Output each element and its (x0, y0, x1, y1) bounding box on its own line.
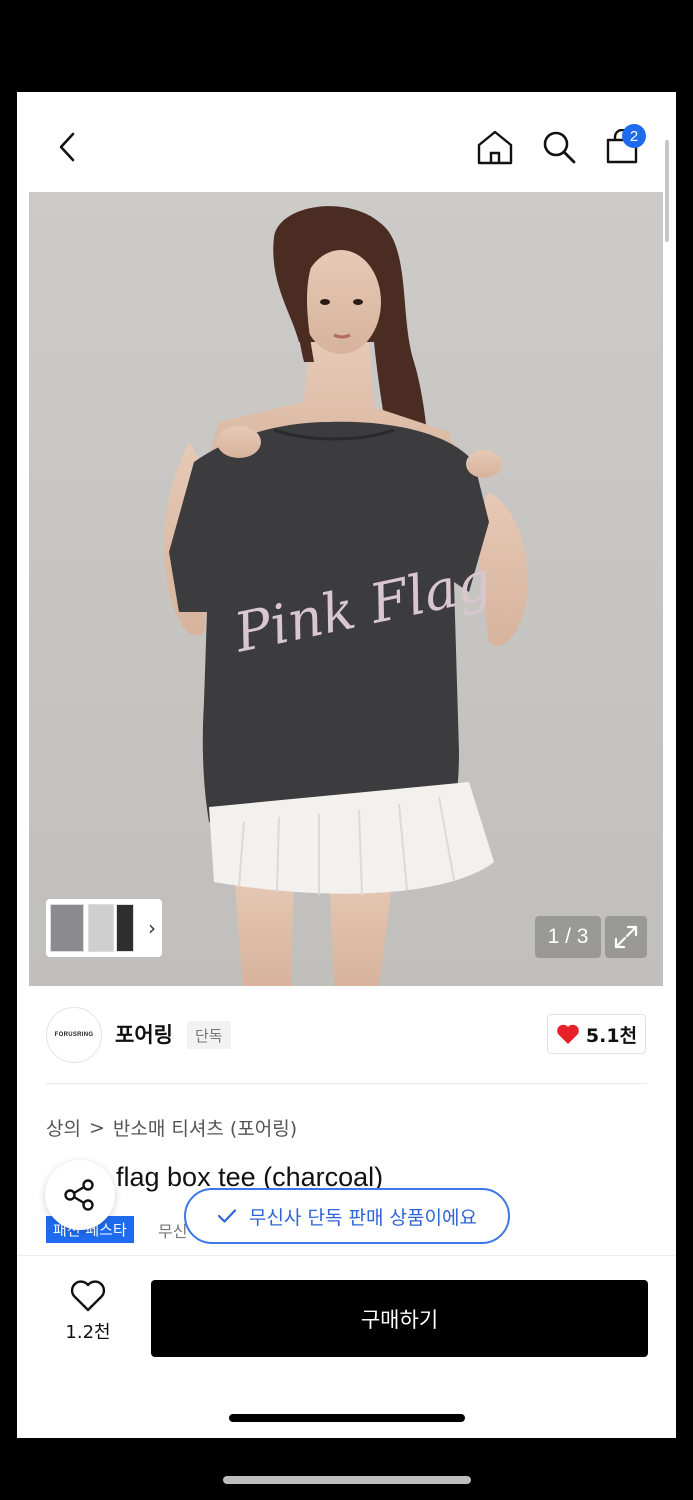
app-screen: 2 Pink Flag › 1 / 3 FORUSRING 포어링 단독 5.1… (17, 92, 676, 1438)
buy-button[interactable]: 구매하기 (151, 1280, 648, 1357)
brand-like-count: 5.1천 (585, 1024, 638, 1047)
section-divider (46, 1083, 647, 1084)
product-image[interactable]: Pink Flag (29, 192, 663, 986)
expand-icon (614, 925, 638, 949)
heart-filled-icon (557, 1024, 579, 1044)
breadcrumb-category[interactable]: 상의 (46, 1114, 81, 1141)
home-icon (477, 130, 513, 165)
search-button[interactable] (537, 125, 581, 169)
exclusive-tag: 단독 (187, 1021, 231, 1049)
share-icon (64, 1179, 94, 1211)
cart-count-badge: 2 (622, 124, 646, 148)
image-counter: 1 / 3 (535, 916, 601, 958)
home-button[interactable] (473, 125, 517, 169)
brand-like-button[interactable]: 5.1천 (547, 1014, 646, 1054)
exclusive-toast: 무신사 단독 판매 상품이에요 (184, 1188, 510, 1244)
brand-logo[interactable]: FORUSRING (46, 1007, 102, 1063)
chevron-right-icon: › (148, 916, 156, 940)
breadcrumb: 상의 > 반소매 티셔츠 (포어링) (46, 1114, 297, 1141)
wishlist-button[interactable]: 1.2천 (53, 1280, 123, 1344)
breadcrumb-separator: > (88, 1116, 105, 1139)
thumbnail-2[interactable] (88, 904, 114, 952)
thumbnail-3[interactable] (116, 904, 134, 952)
model-photo: Pink Flag (29, 192, 663, 986)
fullscreen-button[interactable] (605, 916, 647, 958)
share-button[interactable] (45, 1160, 115, 1230)
home-indicator (229, 1414, 465, 1422)
chevron-left-icon (59, 132, 75, 162)
wishlist-count: 1.2천 (65, 1322, 111, 1343)
thumbnail-1[interactable] (50, 904, 84, 952)
back-button[interactable] (45, 125, 89, 169)
festa-extra-tag: 무신 (158, 1222, 188, 1241)
heart-outline-icon (70, 1280, 106, 1312)
top-nav-bar: 2 (17, 92, 676, 192)
check-icon (217, 1209, 237, 1223)
page-scrollbar[interactable] (665, 140, 669, 242)
brand-name[interactable]: 포어링 (115, 1019, 173, 1049)
breadcrumb-subcategory[interactable]: 반소매 티셔츠 (포어링) (113, 1114, 297, 1141)
toast-text: 무신사 단독 판매 상품이에요 (249, 1206, 477, 1229)
search-icon (543, 131, 576, 164)
outer-home-indicator (223, 1476, 471, 1484)
bottom-action-bar: 1.2천 구매하기 (17, 1255, 676, 1438)
image-thumbnail-strip[interactable]: › (46, 899, 162, 957)
